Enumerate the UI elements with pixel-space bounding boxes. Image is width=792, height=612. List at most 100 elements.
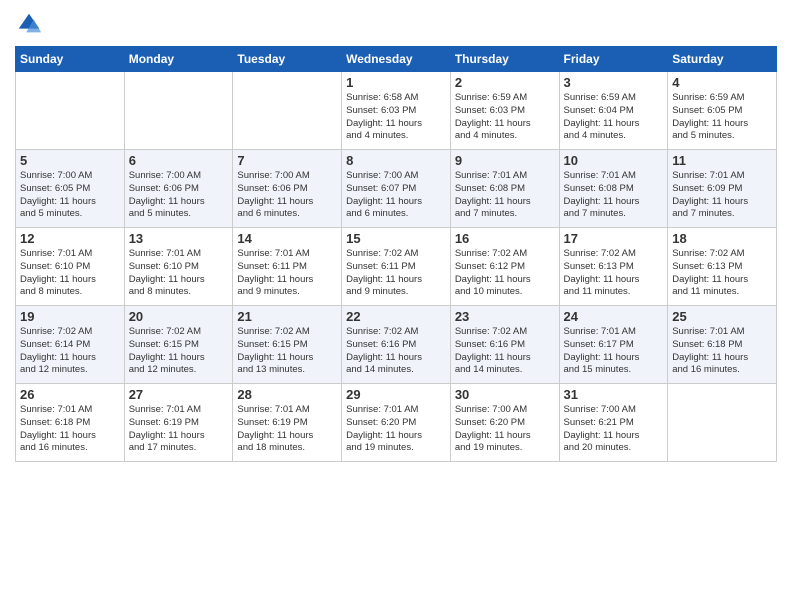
day-number: 24 [564,309,664,324]
day-info: Sunrise: 7:01 AMSunset: 6:18 PMDaylight:… [20,404,120,455]
day-number: 23 [455,309,555,324]
day-number: 22 [346,309,446,324]
weekday-header-row: SundayMondayTuesdayWednesdayThursdayFrid… [16,47,777,72]
day-number: 21 [237,309,337,324]
day-number: 5 [20,153,120,168]
calendar-cell [233,72,342,150]
day-number: 26 [20,387,120,402]
day-number: 15 [346,231,446,246]
weekday-header-sunday: Sunday [16,47,125,72]
day-number: 13 [129,231,229,246]
day-info: Sunrise: 7:01 AMSunset: 6:08 PMDaylight:… [455,170,555,221]
day-info: Sunrise: 7:02 AMSunset: 6:13 PMDaylight:… [564,248,664,299]
calendar-week-4: 19Sunrise: 7:02 AMSunset: 6:14 PMDayligh… [16,306,777,384]
calendar-cell: 24Sunrise: 7:01 AMSunset: 6:17 PMDayligh… [559,306,668,384]
calendar-cell: 8 Sunrise: 7:00 AMSunset: 6:07 PMDaylight… [342,150,451,228]
calendar-cell: 12 Sunrise: 7:01 AMSunset: 6:10 PMDayligh… [16,228,125,306]
day-info: Sunrise: 7:01 AMSunset: 6:11 PMDaylight:… [237,248,337,299]
calendar-cell: 15 Sunrise: 7:02 AMSunset: 6:11 PMDayligh… [342,228,451,306]
calendar-cell: 1Sunrise: 6:58 AMSunset: 6:03 PMDaylight… [342,72,451,150]
day-info: Sunrise: 7:01 AMSunset: 6:20 PMDaylight:… [346,404,446,455]
day-number: 30 [455,387,555,402]
calendar-cell: 3 Sunrise: 6:59 AMSunset: 6:04 PMDaylight… [559,72,668,150]
day-info: Sunrise: 7:00 AMSunset: 6:20 PMDaylight:… [455,404,555,455]
day-info: Sunrise: 7:01 AMSunset: 6:10 PMDaylight:… [20,248,120,299]
calendar-cell: 9 Sunrise: 7:01 AMSunset: 6:08 PMDaylight… [450,150,559,228]
calendar-cell: 4 Sunrise: 6:59 AMSunset: 6:05 PMDaylight… [668,72,777,150]
calendar-cell: 13 Sunrise: 7:01 AMSunset: 6:10 PMDayligh… [124,228,233,306]
day-number: 17 [564,231,664,246]
day-info: Sunrise: 7:02 AMSunset: 6:16 PMDaylight:… [346,326,446,377]
calendar-cell: 16 Sunrise: 7:02 AMSunset: 6:12 PMDayligh… [450,228,559,306]
day-number: 14 [237,231,337,246]
day-info: Sunrise: 7:02 AMSunset: 6:12 PMDaylight:… [455,248,555,299]
weekday-header-tuesday: Tuesday [233,47,342,72]
calendar-cell: 27 Sunrise: 7:01 AMSunset: 6:19 PMDayligh… [124,384,233,462]
calendar-cell: 20 Sunrise: 7:02 AMSunset: 6:15 PMDayligh… [124,306,233,384]
day-number: 9 [455,153,555,168]
day-number: 8 [346,153,446,168]
calendar-cell: 30 Sunrise: 7:00 AMSunset: 6:20 PMDayligh… [450,384,559,462]
header [15,10,777,38]
day-number: 1 [346,75,446,90]
calendar-cell: 5 Sunrise: 7:00 AMSunset: 6:05 PMDaylight… [16,150,125,228]
calendar-week-1: 1Sunrise: 6:58 AMSunset: 6:03 PMDaylight… [16,72,777,150]
day-info: Sunrise: 7:01 AMSunset: 6:18 PMDaylight:… [672,326,772,377]
day-number: 18 [672,231,772,246]
calendar-cell: 2 Sunrise: 6:59 AMSunset: 6:03 PMDaylight… [450,72,559,150]
day-info: Sunrise: 7:00 AMSunset: 6:06 PMDaylight:… [129,170,229,221]
calendar-cell: 6 Sunrise: 7:00 AMSunset: 6:06 PMDaylight… [124,150,233,228]
day-number: 3 [564,75,664,90]
day-number: 27 [129,387,229,402]
calendar-cell: 22 Sunrise: 7:02 AMSunset: 6:16 PMDayligh… [342,306,451,384]
day-number: 2 [455,75,555,90]
calendar-cell: 25 Sunrise: 7:01 AMSunset: 6:18 PMDayligh… [668,306,777,384]
calendar-cell: 7 Sunrise: 7:00 AMSunset: 6:06 PMDaylight… [233,150,342,228]
day-number: 20 [129,309,229,324]
calendar-cell: 26 Sunrise: 7:01 AMSunset: 6:18 PMDayligh… [16,384,125,462]
weekday-header-wednesday: Wednesday [342,47,451,72]
day-info: Sunrise: 7:00 AMSunset: 6:21 PMDaylight:… [564,404,664,455]
day-info: Sunrise: 7:01 AMSunset: 6:19 PMDaylight:… [129,404,229,455]
calendar-cell [668,384,777,462]
calendar-cell: 31 Sunrise: 7:00 AMSunset: 6:21 PMDayligh… [559,384,668,462]
page: SundayMondayTuesdayWednesdayThursdayFrid… [0,0,792,612]
day-number: 31 [564,387,664,402]
day-number: 29 [346,387,446,402]
calendar-cell: 29 Sunrise: 7:01 AMSunset: 6:20 PMDayligh… [342,384,451,462]
day-info: Sunrise: 7:02 AMSunset: 6:15 PMDaylight:… [129,326,229,377]
day-info: Sunrise: 7:02 AMSunset: 6:14 PMDaylight:… [20,326,120,377]
weekday-header-friday: Friday [559,47,668,72]
calendar-week-2: 5 Sunrise: 7:00 AMSunset: 6:05 PMDaylight… [16,150,777,228]
calendar-cell [124,72,233,150]
day-info: Sunrise: 7:01 AMSunset: 6:10 PMDaylight:… [129,248,229,299]
calendar-week-5: 26 Sunrise: 7:01 AMSunset: 6:18 PMDayligh… [16,384,777,462]
day-number: 28 [237,387,337,402]
day-info: Sunrise: 7:02 AMSunset: 6:15 PMDaylight:… [237,326,337,377]
calendar-cell: 28Sunrise: 7:01 AMSunset: 6:19 PMDayligh… [233,384,342,462]
calendar-cell: 18Sunrise: 7:02 AMSunset: 6:13 PMDayligh… [668,228,777,306]
day-info: Sunrise: 7:02 AMSunset: 6:11 PMDaylight:… [346,248,446,299]
day-info: Sunrise: 7:00 AMSunset: 6:05 PMDaylight:… [20,170,120,221]
day-number: 12 [20,231,120,246]
day-number: 16 [455,231,555,246]
calendar-table: SundayMondayTuesdayWednesdayThursdayFrid… [15,46,777,462]
calendar-cell: 10Sunrise: 7:01 AMSunset: 6:08 PMDayligh… [559,150,668,228]
logo [15,10,47,38]
day-info: Sunrise: 7:02 AMSunset: 6:16 PMDaylight:… [455,326,555,377]
day-info: Sunrise: 6:59 AMSunset: 6:03 PMDaylight:… [455,92,555,143]
day-number: 4 [672,75,772,90]
calendar-cell: 19Sunrise: 7:02 AMSunset: 6:14 PMDayligh… [16,306,125,384]
day-number: 10 [564,153,664,168]
logo-icon [15,10,43,38]
day-info: Sunrise: 6:59 AMSunset: 6:05 PMDaylight:… [672,92,772,143]
day-info: Sunrise: 7:00 AMSunset: 6:07 PMDaylight:… [346,170,446,221]
day-info: Sunrise: 7:00 AMSunset: 6:06 PMDaylight:… [237,170,337,221]
calendar-cell: 11Sunrise: 7:01 AMSunset: 6:09 PMDayligh… [668,150,777,228]
day-info: Sunrise: 6:59 AMSunset: 6:04 PMDaylight:… [564,92,664,143]
weekday-header-monday: Monday [124,47,233,72]
day-number: 6 [129,153,229,168]
day-number: 25 [672,309,772,324]
calendar-cell: 23 Sunrise: 7:02 AMSunset: 6:16 PMDayligh… [450,306,559,384]
day-number: 7 [237,153,337,168]
